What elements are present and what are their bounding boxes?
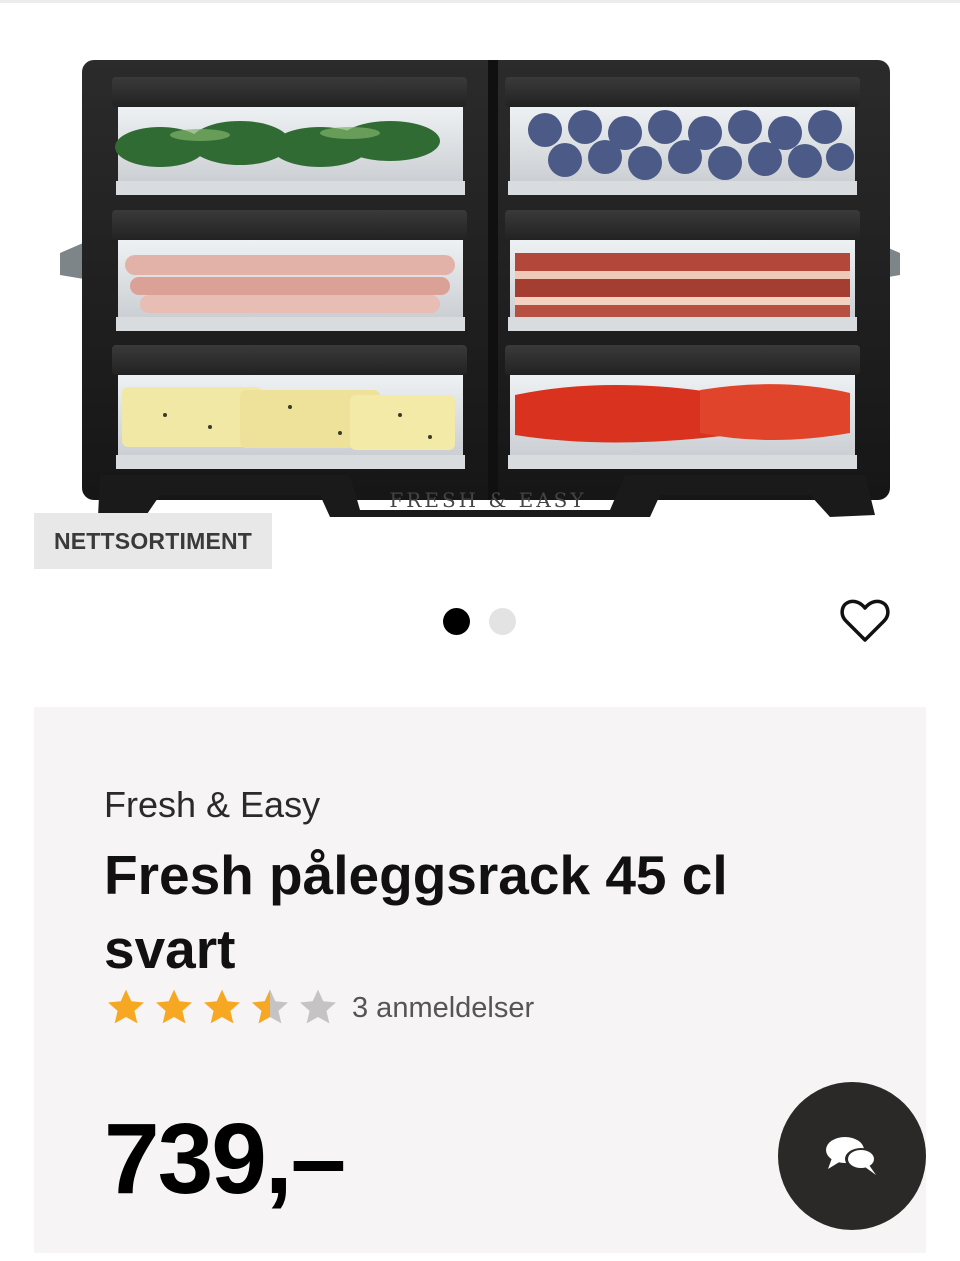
chat-bubbles-icon [826, 1137, 877, 1175]
product-image-logo: FRESH & EASY [389, 488, 586, 512]
star-icon [156, 989, 192, 1024]
product-brand[interactable]: Fresh & Easy [104, 784, 320, 826]
chat-button[interactable] [778, 1082, 926, 1230]
heart-icon[interactable] [838, 594, 892, 648]
carousel-dot-2[interactable] [489, 608, 516, 635]
nettsortiment-badge: NETTSORTIMENT [34, 513, 272, 569]
star-empty-icon [300, 989, 336, 1024]
product-price: 739,– [104, 1103, 346, 1215]
star-icon [108, 989, 144, 1024]
star-half-icon [252, 989, 288, 1024]
carousel-dot-1[interactable] [443, 608, 470, 635]
top-divider [0, 0, 960, 3]
product-rating[interactable]: 3 anmeldelser [104, 986, 534, 1030]
review-count[interactable]: 3 anmeldelser [352, 992, 534, 1025]
product-title: Fresh påleggsrack 45 cl svart [104, 844, 728, 980]
star-icon [204, 989, 240, 1024]
product-image[interactable]: FRESH & EASY [50, 55, 910, 525]
rating-stars [104, 986, 340, 1030]
carousel-pagination [443, 608, 516, 635]
